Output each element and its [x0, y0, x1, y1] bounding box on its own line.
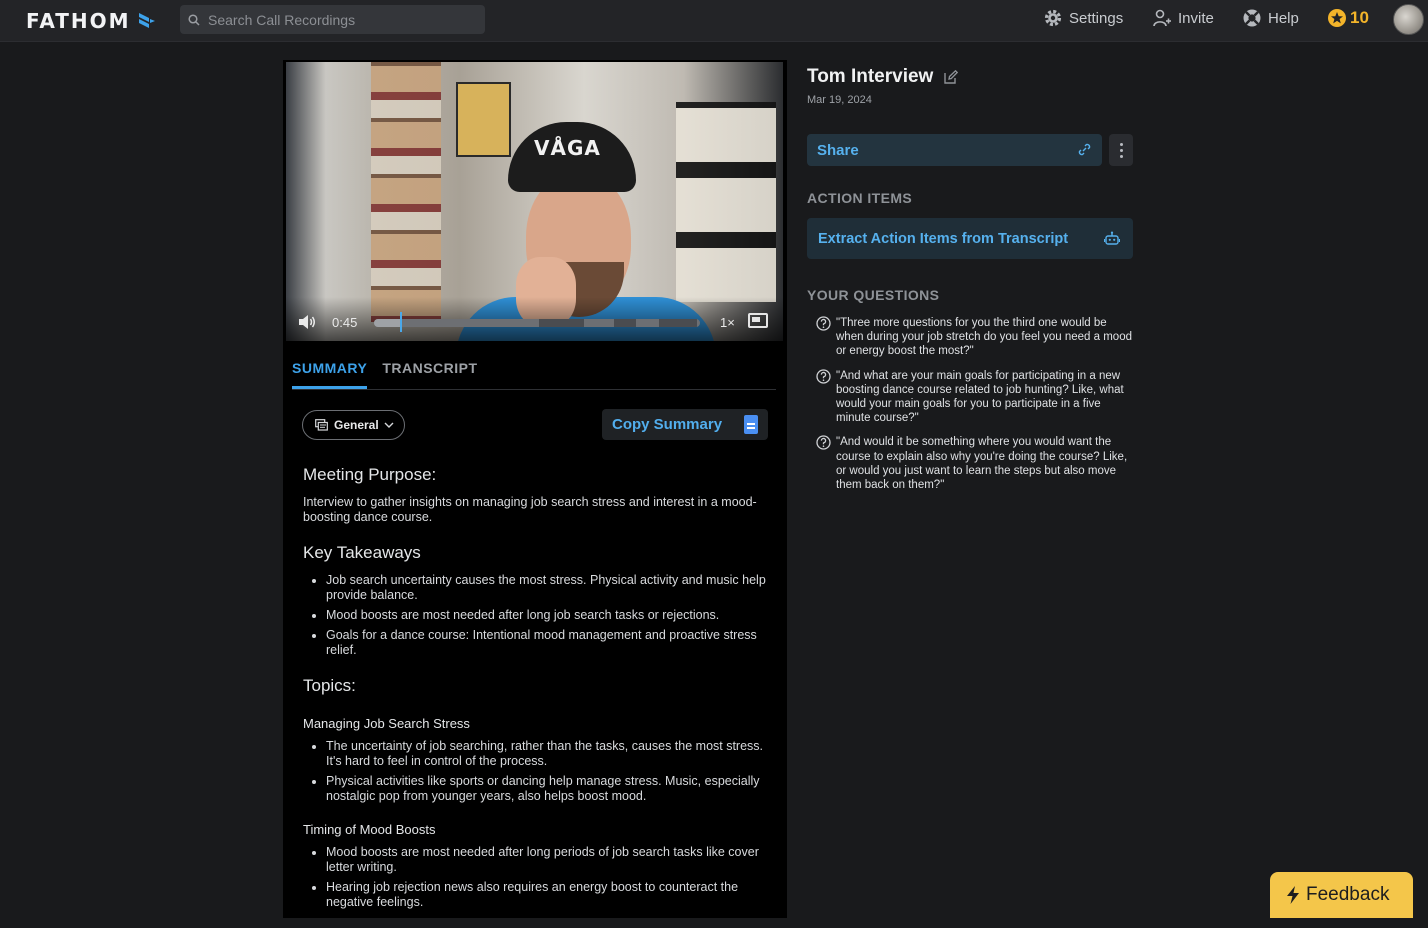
more-dot [1120, 143, 1123, 146]
edit-icon[interactable] [943, 69, 959, 85]
action-items-label: ACTION ITEMS [807, 190, 913, 206]
meeting-details-panel: Tom Interview Mar 19, 2024 Share ACTION … [807, 66, 1137, 491]
more-dot [1120, 149, 1123, 152]
progress-bar[interactable] [374, 319, 700, 327]
more-options-button[interactable] [1109, 134, 1133, 166]
gear-icon [1044, 9, 1062, 27]
link-icon [1078, 143, 1091, 156]
key-takeaways-heading: Key Takeaways [303, 543, 421, 562]
extract-action-items-button[interactable]: Extract Action Items from Transcript [807, 218, 1133, 259]
playback-speed[interactable]: 1× [720, 315, 735, 330]
progress-segment [659, 319, 697, 327]
playhead[interactable] [400, 312, 403, 332]
recording-panel: VÅGA 0:45 1× SUMMARY TRANSCRIPT General … [283, 60, 787, 918]
search-bar[interactable] [180, 5, 485, 34]
topic-title: Timing of Mood Boosts [303, 822, 436, 837]
summary-content: Meeting Purpose: Interview to gather ins… [303, 465, 773, 928]
robot-icon [1104, 231, 1120, 245]
volume-icon[interactable] [298, 314, 316, 330]
topic-points: The uncertainty of job searching, rather… [303, 739, 773, 804]
search-input[interactable] [208, 11, 478, 28]
copy-summary-label: Copy Summary [612, 416, 723, 433]
feedback-label: Feedback [1306, 884, 1390, 905]
tab-transcript[interactable]: TRANSCRIPT [382, 360, 477, 389]
question-text: "And what are your main goals for partic… [836, 369, 1124, 425]
user-avatar[interactable] [1393, 4, 1424, 35]
question-icon [816, 316, 831, 331]
question-item[interactable]: "And would it be something where you wou… [816, 435, 1132, 492]
points-badge[interactable]: 10 [1327, 8, 1369, 28]
video-frame-poster [456, 82, 511, 157]
video-frame-bookshelf [371, 62, 441, 322]
list-item: Physical activities like sports or danci… [326, 774, 773, 804]
lightning-icon [1287, 886, 1299, 904]
progress-segment [614, 319, 636, 327]
search-icon [188, 13, 200, 26]
meeting-purpose-heading: Meeting Purpose: [303, 465, 437, 484]
meeting-purpose-text: Interview to gather insights on managing… [303, 495, 757, 524]
template-label: General [334, 418, 379, 432]
your-questions-label: YOUR QUESTIONS [807, 287, 940, 303]
list-item: Mood boosts are most needed after long p… [326, 845, 773, 875]
invite-label: Invite [1178, 9, 1214, 27]
list-item: The uncertainty of job searching, rather… [326, 739, 773, 769]
copy-summary-button[interactable]: Copy Summary [602, 409, 768, 440]
invite-link[interactable]: Invite [1152, 8, 1214, 28]
template-icon [315, 419, 328, 431]
question-icon [816, 368, 831, 384]
points-count: 10 [1350, 8, 1369, 27]
meeting-title-row: Tom Interview [807, 66, 1137, 88]
meeting-date: Mar 19, 2024 [807, 94, 872, 106]
question-item[interactable]: "And what are your main goals for partic… [816, 368, 1132, 426]
fathom-logo-icon [138, 13, 155, 28]
question-icon [816, 435, 831, 451]
list-item: Mood boosts are most needed after long j… [326, 608, 773, 623]
logo-text: FATHOM [26, 9, 131, 33]
top-bar: FATHOM Settings Invite [0, 0, 1428, 42]
more-dot [1120, 155, 1123, 158]
tab-summary[interactable]: SUMMARY [292, 360, 368, 389]
questions-list: "Three more questions for you the third … [816, 316, 1132, 502]
video-frame-cap-text: VÅGA [534, 136, 601, 160]
topics-heading: Topics: [303, 676, 356, 695]
progress-fill [374, 319, 401, 327]
settings-link[interactable]: Settings [1043, 8, 1123, 28]
progress-segment [539, 319, 584, 327]
share-button[interactable]: Share [807, 134, 1102, 166]
video-player[interactable]: VÅGA 0:45 1× [286, 62, 783, 341]
chevron-down-icon [384, 422, 394, 428]
key-takeaways-list: Job search uncertainty causes the most s… [303, 573, 773, 658]
playback-time: 0:45 [332, 315, 358, 330]
help-link[interactable]: Help [1242, 8, 1299, 28]
list-item: Job search uncertainty causes the most s… [326, 573, 773, 603]
list-item: Hearing job rejection news also requires… [326, 880, 773, 910]
question-text: "And would it be something where you wou… [836, 436, 1128, 492]
meeting-title: Tom Interview [807, 66, 934, 87]
topic-title: Managing Job Search Stress [303, 716, 470, 731]
topic-points: Mood boosts are most needed after long p… [303, 845, 773, 910]
google-docs-icon [744, 415, 758, 434]
question-item[interactable]: "Three more questions for you the third … [816, 316, 1132, 359]
lifebuoy-icon [1243, 9, 1261, 27]
feedback-button[interactable]: Feedback [1270, 872, 1413, 918]
video-frame-wall-frames [676, 102, 776, 302]
add-user-icon [1153, 9, 1171, 27]
star-coin-icon [1328, 9, 1346, 27]
picture-in-picture-icon[interactable] [748, 313, 768, 328]
summary-template-dropdown[interactable]: General [302, 410, 405, 440]
video-controls: 0:45 1× [286, 297, 783, 341]
question-text: "Three more questions for you the third … [836, 317, 1132, 358]
list-item: Goals for a dance course: Intentional mo… [326, 628, 773, 658]
settings-label: Settings [1069, 9, 1124, 27]
fathom-logo[interactable]: FATHOM [26, 9, 157, 33]
summary-tabs: SUMMARY TRANSCRIPT [292, 360, 776, 390]
share-label: Share [817, 141, 859, 159]
extract-label: Extract Action Items from Transcript [818, 230, 1069, 247]
help-label: Help [1268, 9, 1299, 27]
